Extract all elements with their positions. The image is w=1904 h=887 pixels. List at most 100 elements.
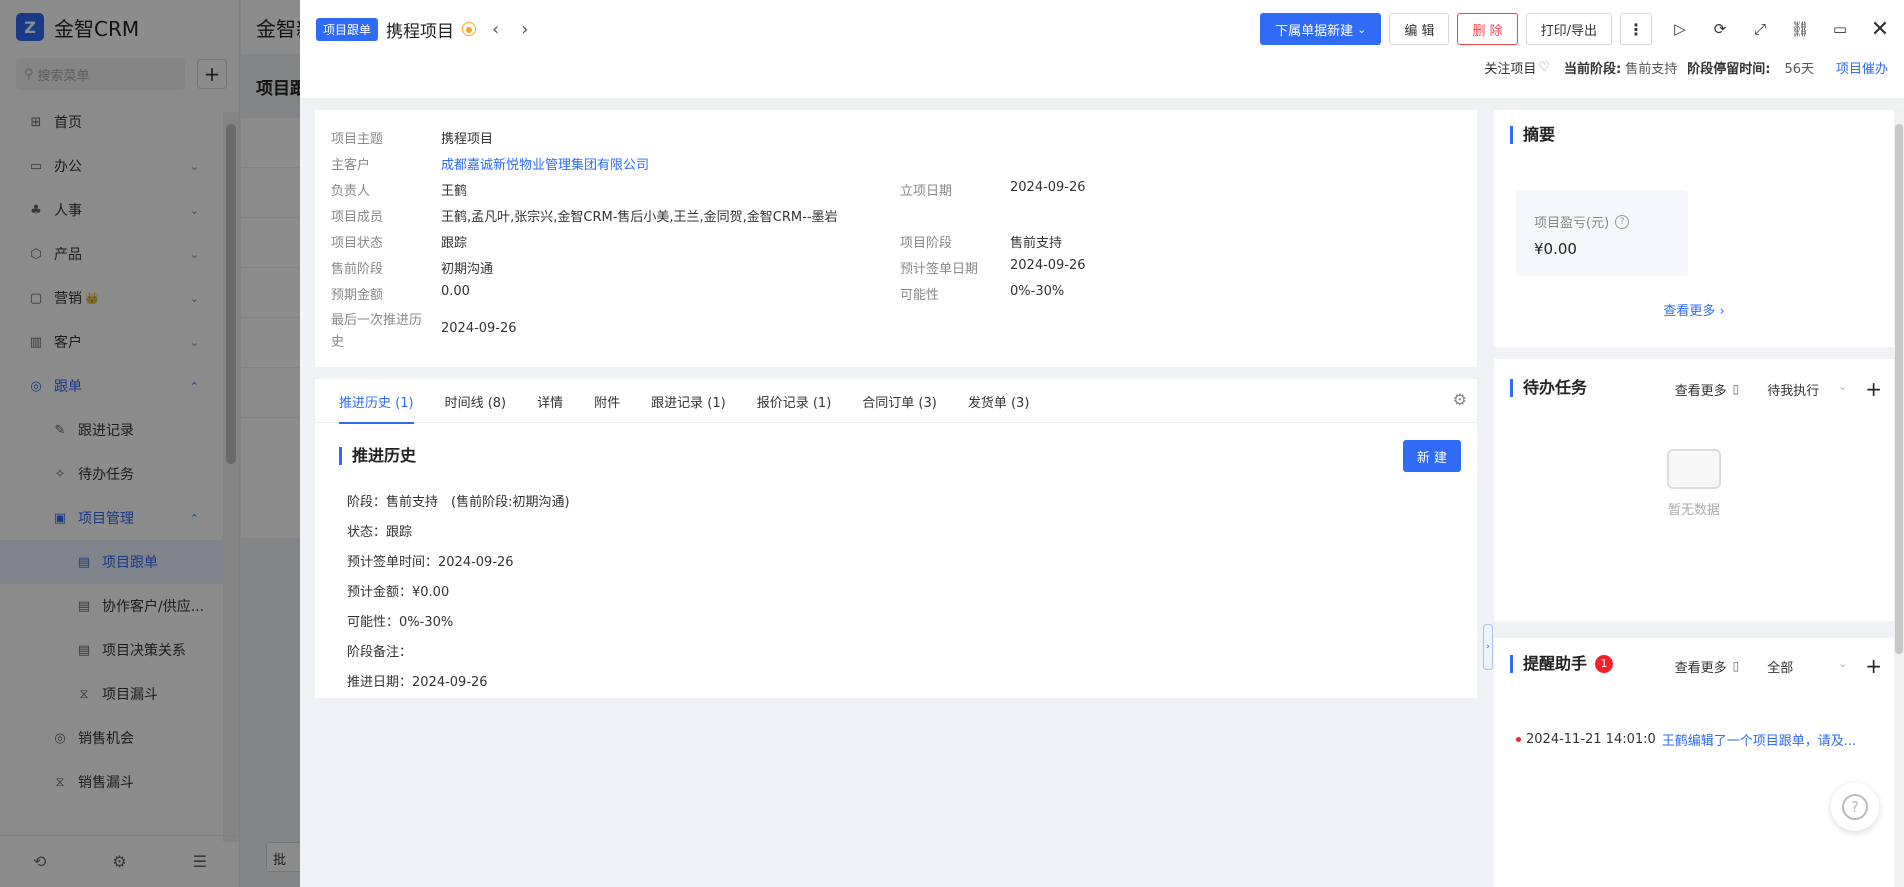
record-title: 携程项目 <box>386 21 455 42</box>
reminder-time: 2024-11-21 14:01:0 <box>1526 732 1656 747</box>
next-record-icon[interactable]: › <box>521 19 528 40</box>
reminder-see-more-link[interactable]: 查看更多 ▯ <box>1675 657 1740 676</box>
chevron-down-icon: ⌄ <box>1838 379 1848 393</box>
possibility-value: 0%-30% <box>1010 284 1065 299</box>
project-urge-link[interactable]: 项目催办 <box>1836 58 1888 77</box>
profit-box: 项目盈亏(元)? ¥0.00 <box>1516 190 1688 276</box>
history-line: 可能性：0%-30% <box>347 615 454 630</box>
fullscreen-icon[interactable]: ⤢ <box>1740 13 1780 45</box>
drawer-header: 项目跟单 携程项目 ● ‹ › 下属单据新建 ⌄ 编 辑 删 除 打印/导出 ⋮ … <box>300 0 1904 98</box>
field-label: 预计签单日期 <box>900 262 979 277</box>
detail-drawer: 项目跟单 携程项目 ● ‹ › 下属单据新建 ⌄ 编 辑 删 除 打印/导出 ⋮ … <box>300 0 1904 887</box>
current-stage-value: 售前支持 <box>1625 62 1678 77</box>
project-info-card: 项目主题 携程项目 主客户 成都嘉诚新悦物业管理集团有限公司 负责人 王鹤 立项日期 2… <box>315 110 1477 367</box>
empty-text: 暂无数据 <box>1667 503 1720 518</box>
history-line: 推进日期：2024-09-26 <box>347 675 488 690</box>
collapse-panel-handle[interactable]: › <box>1483 624 1493 670</box>
delete-button[interactable]: 删 除 <box>1457 13 1518 45</box>
more-actions-button[interactable]: ⋮ <box>1620 13 1652 45</box>
tab-push-history[interactable]: 推进历史 (1) <box>339 379 414 424</box>
scroll-thumb[interactable] <box>1895 124 1903 654</box>
question-icon: ? <box>1842 794 1868 820</box>
field-label: 主客户 <box>331 158 371 173</box>
main-customer-link[interactable]: 成都嘉诚新悦物业管理集团有限公司 <box>441 154 649 173</box>
reminder-filter-select[interactable]: 全部 ⌄ <box>1767 657 1847 676</box>
amount-value: 0.00 <box>441 284 470 299</box>
history-line: 预计金额：¥0.00 <box>347 585 450 600</box>
summary-see-more-link[interactable]: 查看更多 › <box>1494 300 1894 319</box>
tab-shipments[interactable]: 发货单 (3) <box>968 379 1030 423</box>
current-stage-label: 当前阶段: <box>1564 62 1622 77</box>
tab-contracts[interactable]: 合同订单 (3) <box>862 379 937 423</box>
history-line: 阶段备注： <box>347 645 413 660</box>
summary-title: 摘要 <box>1510 126 1555 144</box>
presale-value: 初期沟通 <box>441 262 494 277</box>
help-icon[interactable]: ? <box>1615 214 1630 229</box>
tab-quotes[interactable]: 报价记录 (1) <box>757 379 832 423</box>
book-icon: ▯ <box>1732 659 1740 673</box>
owner-value: 王鹤 <box>441 184 468 199</box>
todo-filter-select[interactable]: 待我执行 ⌄ <box>1767 380 1847 399</box>
sign-date-value: 2024-09-26 <box>1010 258 1086 273</box>
start-date-value: 2024-09-26 <box>1010 180 1086 195</box>
record-type-tag: 项目跟单 <box>316 17 379 41</box>
stage-value: 售前支持 <box>1010 236 1063 251</box>
link-icon[interactable]: ⛓ <box>1780 13 1820 45</box>
todo-card: 待办任务 查看更多 ▯ 待我执行 ⌄ + 暂无数据 <box>1494 359 1894 621</box>
tab-timeline[interactable]: 时间线 (8) <box>445 379 507 423</box>
heart-icon[interactable]: ♡ <box>1538 60 1550 75</box>
members-value: 王鹤,孟凡叶,张宗兴,金智CRM-售后小美,王兰,金同贺,金智CRM--墨岩 <box>441 210 838 225</box>
coin-icon: ● <box>462 22 477 36</box>
stage-stay-label: 阶段停留时间: <box>1687 62 1771 77</box>
new-sub-document-button[interactable]: 下属单据新建 ⌄ <box>1260 13 1382 45</box>
field-label: 项目阶段 <box>900 236 953 251</box>
empty-inbox-icon <box>1667 449 1721 489</box>
play-icon[interactable]: ▷ <box>1660 13 1700 45</box>
todo-see-more-link[interactable]: 查看更多 ▯ <box>1675 380 1740 399</box>
profit-label: 项目盈亏(元) <box>1534 216 1610 231</box>
help-float-button[interactable]: ? <box>1831 783 1879 831</box>
field-label: 售前阶段 <box>331 262 384 277</box>
chevron-down-icon: ⌄ <box>1838 656 1848 670</box>
section-title: 推进历史 <box>339 447 416 465</box>
reminder-text-link[interactable]: 王鹤编辑了一个项目跟单，请及... <box>1662 730 1856 749</box>
unread-dot <box>1516 737 1521 742</box>
right-panel-scrollbar[interactable] <box>1894 110 1904 887</box>
field-label: 可能性 <box>900 288 940 303</box>
field-label: 立项日期 <box>900 184 953 199</box>
reminder-count-badge: 1 <box>1595 655 1614 673</box>
refresh-icon[interactable]: ⟳ <box>1700 13 1740 45</box>
project-subject: 携程项目 <box>441 132 494 147</box>
tab-details[interactable]: 详情 <box>537 379 563 423</box>
laptop-icon[interactable]: ▭ <box>1820 13 1860 45</box>
add-todo-icon[interactable]: + <box>1865 377 1882 401</box>
tab-bar: 推进历史 (1) 时间线 (8) 详情 附件 跟进记录 (1) 报价记录 (1)… <box>315 379 1477 424</box>
edit-button[interactable]: 编 辑 <box>1389 13 1450 45</box>
follow-project-link[interactable]: 关注项目 <box>1484 58 1536 77</box>
print-export-button[interactable]: 打印/导出 <box>1525 13 1612 45</box>
field-label: 负责人 <box>331 184 371 199</box>
field-label: 项目主题 <box>331 132 384 147</box>
tab-attachments[interactable]: 附件 <box>594 379 620 423</box>
chevron-right-icon: › <box>1715 304 1725 319</box>
prev-record-icon[interactable]: ‹ <box>492 19 499 40</box>
todo-title: 待办任务 <box>1510 379 1587 397</box>
history-line: 阶段：售前支持 (售前阶段:初期沟通) <box>347 495 570 510</box>
field-label: 项目状态 <box>331 236 384 251</box>
close-icon[interactable]: ✕ <box>1860 13 1900 45</box>
new-history-button[interactable]: 新 建 <box>1402 440 1461 472</box>
stage-stay-value: 56天 <box>1784 62 1814 77</box>
add-reminder-icon[interactable]: + <box>1865 654 1882 678</box>
status-value: 跟踪 <box>441 236 468 251</box>
history-line: 状态：跟踪 <box>347 525 413 540</box>
reminder-item[interactable]: 2024-11-21 14:01:0 王鹤编辑了一个项目跟单，请及... <box>1516 730 1856 749</box>
last-push-value: 2024-09-26 <box>441 321 517 336</box>
field-label: 预期金额 <box>331 288 384 303</box>
tab-followup[interactable]: 跟进记录 (1) <box>651 379 726 423</box>
profit-value: ¥0.00 <box>1534 240 1577 258</box>
summary-card: 摘要 项目盈亏(元)? ¥0.00 查看更多 › <box>1494 110 1894 347</box>
book-icon: ▯ <box>1732 382 1740 396</box>
history-line: 预计签单时间：2024-09-26 <box>347 555 514 570</box>
gear-icon[interactable]: ⚙ <box>1453 390 1467 409</box>
empty-state: 暂无数据 <box>1494 449 1894 518</box>
